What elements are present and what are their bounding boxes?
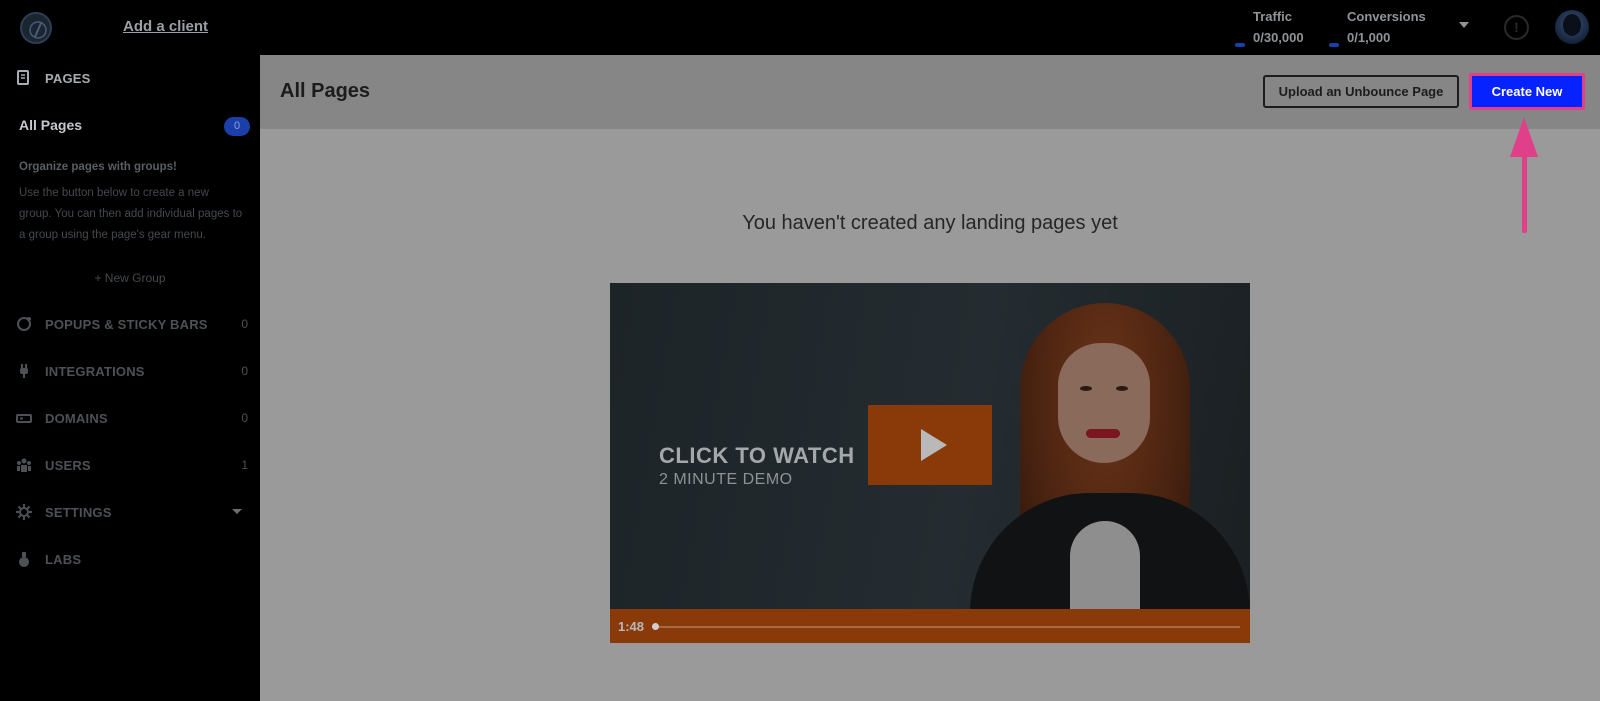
all-pages-count-badge: 0: [224, 117, 250, 136]
video-presenter-image: [970, 303, 1250, 633]
flask-icon: [16, 551, 32, 567]
sidebar-item-label: USERS: [45, 457, 91, 473]
conversions-usage-bar: [1329, 43, 1339, 47]
organize-groups-title: Organize pages with groups!: [19, 161, 177, 173]
demo-video[interactable]: CLICK TO WATCH 2 MINUTE DEMO 1:48: [610, 283, 1250, 643]
users-icon: [16, 457, 32, 473]
sidebar-item-label: SETTINGS: [45, 504, 112, 520]
help-icon[interactable]: !: [1504, 15, 1529, 40]
pages-icon: [16, 70, 32, 86]
sidebar-item-count: 0: [241, 411, 248, 425]
popup-icon: [16, 316, 32, 332]
gear-icon: [16, 504, 32, 520]
sidebar-item-count: 1: [241, 458, 248, 472]
traffic-usage-bar: [1235, 43, 1245, 47]
page-title: All Pages: [280, 80, 371, 102]
add-client-link[interactable]: Add a client: [123, 18, 208, 35]
video-title: CLICK TO WATCH: [659, 443, 855, 468]
sidebar-item-integrations[interactable]: INTEGRATIONS 0: [16, 360, 248, 382]
top-bar: Add a client Traffic 0/30,000 Conversion…: [0, 0, 1600, 55]
conversions-label: Conversions: [1347, 9, 1426, 24]
video-controls: 1:48: [610, 609, 1250, 643]
upload-unbounce-page-button[interactable]: Upload an Unbounce Page: [1263, 75, 1459, 108]
avatar[interactable]: [1555, 10, 1589, 44]
sidebar-item-label: INTEGRATIONS: [45, 363, 145, 379]
sidebar-item-label: PAGES: [45, 70, 91, 86]
sidebar-item-domains[interactable]: DOMAINS 0: [16, 407, 248, 429]
video-progress-track[interactable]: [654, 626, 1240, 628]
conversions-stat: Conversions 0/1,000: [1329, 9, 1426, 47]
sidebar-item-count: 0: [241, 317, 248, 331]
sidebar-item-label: DOMAINS: [45, 410, 108, 426]
video-subtitle: 2 MINUTE DEMO: [659, 471, 793, 488]
sidebar-item-label: LABS: [45, 551, 82, 567]
traffic-label: Traffic: [1253, 9, 1293, 24]
conversions-value: 0/1,000: [1347, 30, 1391, 45]
sidebar-item-count: 0: [241, 364, 248, 378]
annotation-arrow-head: [1510, 117, 1538, 157]
sidebar-item-popups[interactable]: POPUPS & STICKY BARS 0: [16, 313, 248, 335]
sidebar-item-labs[interactable]: LABS: [16, 548, 248, 570]
create-new-button[interactable]: Create New: [1469, 73, 1585, 110]
play-button[interactable]: [868, 405, 992, 485]
empty-state-message: You haven't created any landing pages ye…: [742, 212, 1118, 234]
traffic-value: 0/30,000: [1253, 30, 1304, 45]
chevron-down-icon[interactable]: [232, 509, 242, 514]
chevron-down-icon[interactable]: [1459, 22, 1469, 28]
sidebar-item-settings[interactable]: SETTINGS: [16, 501, 248, 523]
sidebar-item-pages[interactable]: PAGES: [16, 67, 248, 89]
sidebar-item-users[interactable]: USERS 1: [16, 454, 248, 476]
play-icon: [921, 429, 947, 461]
page-header: All Pages Upload an Unbounce Page Create…: [260, 55, 1600, 129]
domain-icon: [16, 410, 32, 426]
plug-icon: [16, 363, 32, 379]
logo-icon[interactable]: [20, 12, 52, 44]
video-duration: 1:48: [618, 619, 645, 634]
video-progress-handle[interactable]: [652, 623, 659, 630]
sidebar-item-label: POPUPS & STICKY BARS: [45, 316, 208, 332]
new-group-button[interactable]: + New Group: [0, 271, 260, 285]
organize-groups-description: Use the button below to create a new gro…: [19, 187, 243, 241]
sidebar-item-all-pages[interactable]: All Pages: [19, 117, 82, 133]
traffic-stat: Traffic 0/30,000: [1235, 9, 1304, 47]
sidebar: PAGES All Pages 0 Organize pages with gr…: [0, 55, 260, 701]
main-content: All Pages Upload an Unbounce Page Create…: [260, 55, 1600, 701]
